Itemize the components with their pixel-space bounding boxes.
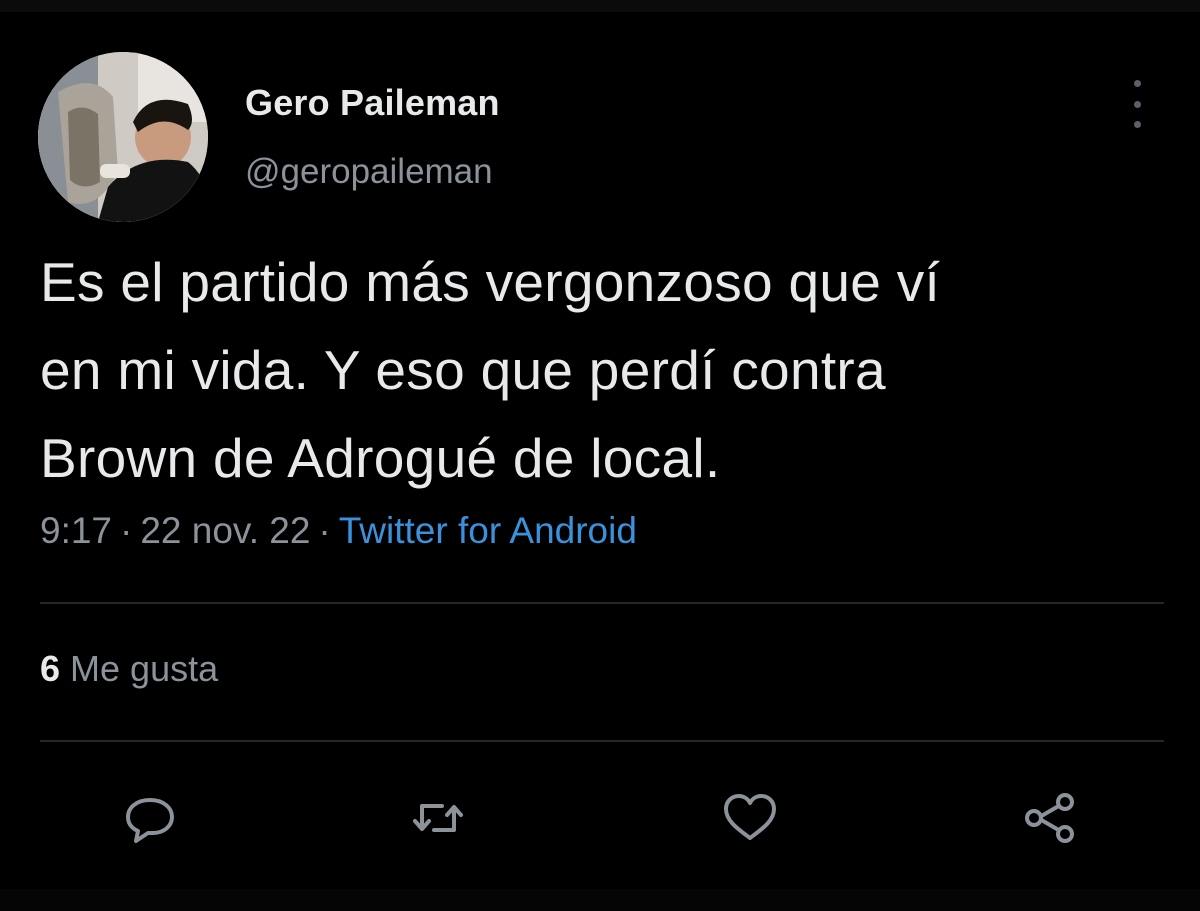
tweet-source-link[interactable]: Twitter for Android	[339, 510, 637, 551]
like-button[interactable]	[720, 788, 780, 848]
meta-separator: ·	[120, 510, 133, 551]
more-dot-icon	[1133, 80, 1141, 87]
more-dot-icon	[1133, 121, 1141, 128]
more-options-button[interactable]	[1120, 80, 1154, 128]
tweet-text-line: Brown de Adrogué de local.	[40, 427, 721, 489]
meta-separator: ·	[318, 510, 331, 551]
top-edge	[0, 0, 1200, 12]
more-dot-icon	[1133, 100, 1141, 108]
retweet-icon	[413, 804, 463, 832]
tweet-time[interactable]: 9:17	[40, 510, 112, 551]
tweet-text-line: Es el partido más vergonzoso que ví	[40, 251, 941, 313]
tweet-date[interactable]: 22 nov. 22	[140, 510, 310, 551]
author-handle[interactable]: @geropaileman	[245, 152, 493, 192]
tweet-text-line: en mi vida. Y eso que perdí contra	[40, 339, 886, 401]
tweet-meta: 9:17 · 22 nov. 22 · Twitter for Android	[40, 510, 637, 552]
likes-label: Me gusta	[70, 648, 219, 689]
avatar[interactable]	[38, 52, 208, 222]
avatar-photo	[38, 52, 208, 222]
retweet-button[interactable]	[408, 788, 468, 848]
divider	[40, 740, 1164, 742]
reply-button[interactable]	[120, 788, 180, 848]
bottom-edge	[0, 889, 1200, 911]
reply-icon	[126, 798, 174, 843]
share-button[interactable]	[1020, 788, 1080, 848]
likes-stat[interactable]: 6 Me gusta	[40, 648, 218, 690]
author-display-name[interactable]: Gero Paileman	[245, 82, 500, 124]
like-icon	[724, 794, 776, 840]
tweet-text: Es el partido más vergonzoso que ví en m…	[40, 238, 1160, 502]
likes-count: 6	[40, 648, 61, 689]
divider	[40, 602, 1164, 604]
share-icon	[1025, 793, 1074, 843]
